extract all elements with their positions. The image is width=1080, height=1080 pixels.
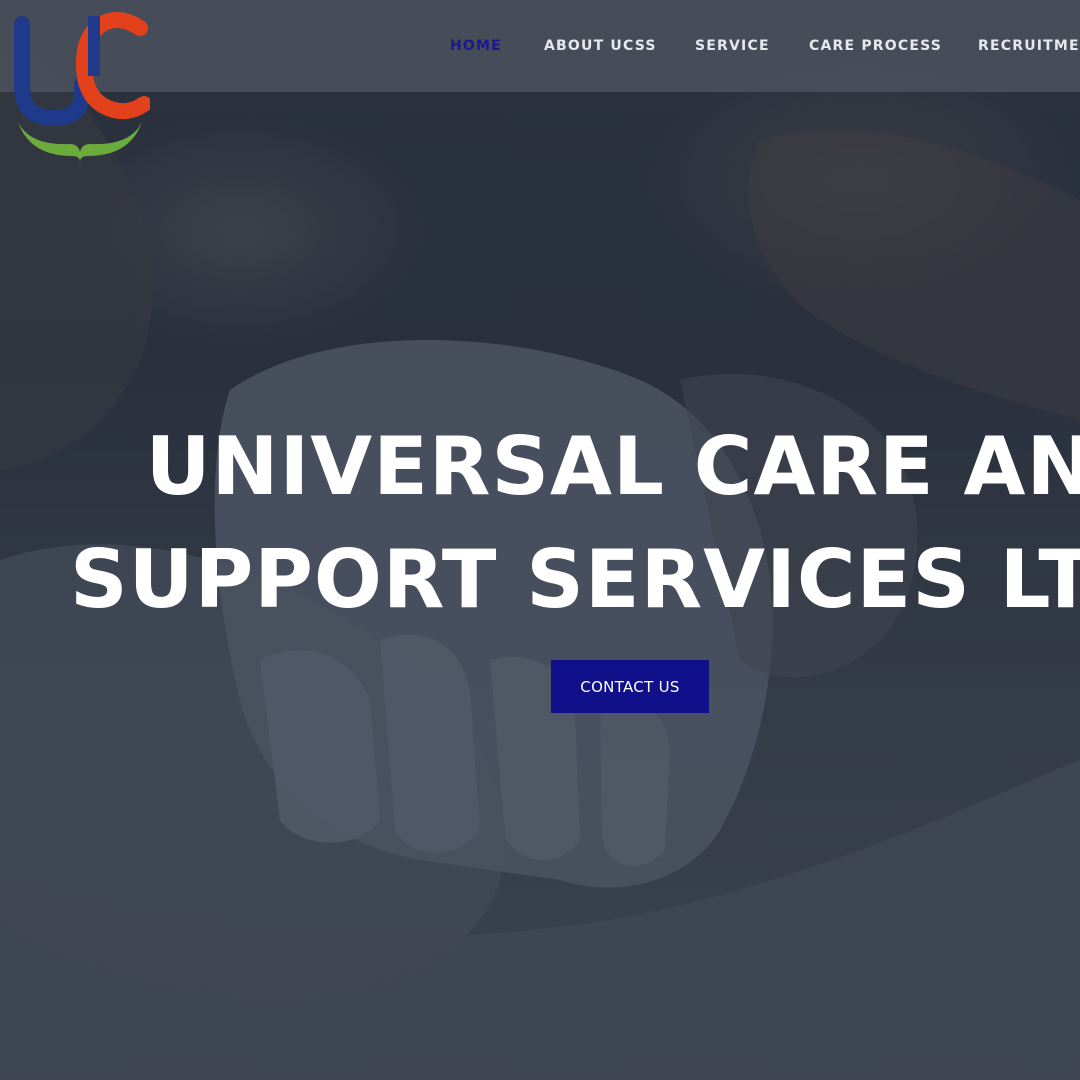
nav-item-care-process[interactable]: CARE PROCESS	[809, 38, 942, 54]
nav-item-recruitment[interactable]: RECRUITMEN	[978, 38, 1080, 54]
nav-item-home[interactable]: HOME	[450, 38, 502, 54]
nav-item-about-ucss[interactable]: ABOUT UCSS	[544, 38, 657, 54]
main-nav: HOME ABOUT UCSS SERVICE CARE PROCESS REC…	[0, 0, 1080, 92]
hero-title-line-1: UNIVERSAL CARE AN	[145, 420, 1080, 513]
nav-item-service[interactable]: SERVICE	[695, 38, 770, 54]
hero-title: UNIVERSAL CARE AN SUPPORT SERVICES LT	[0, 410, 1080, 636]
contact-us-button[interactable]: CONTACT US	[551, 660, 709, 713]
hero-title-line-2: SUPPORT SERVICES LT	[70, 533, 1080, 626]
